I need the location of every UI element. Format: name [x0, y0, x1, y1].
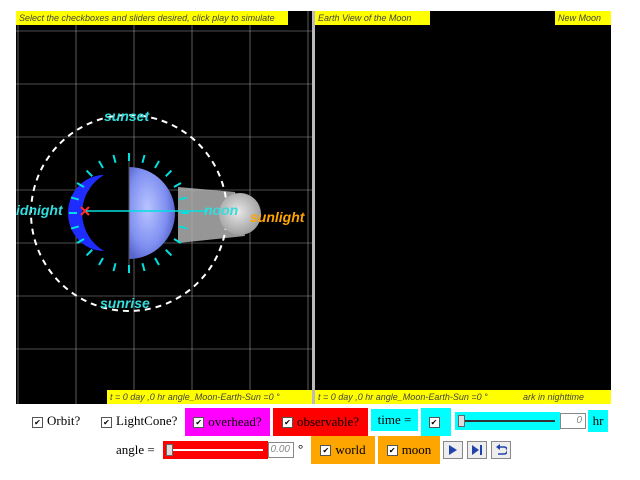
lightcone-check[interactable]: ✔ [101, 416, 112, 428]
reset-button[interactable] [491, 441, 511, 459]
reset-icon [496, 444, 507, 455]
angle-slider[interactable] [163, 441, 268, 459]
hour-tick [85, 169, 93, 177]
orbit-label: Orbit? [47, 413, 81, 428]
angle-label: angle = [116, 442, 155, 457]
step-forward-icon [472, 445, 482, 455]
hour-tick [165, 169, 173, 177]
hour-tick [85, 249, 93, 257]
hour-tick [154, 257, 160, 266]
overhead-checkbox[interactable]: ✔ overhead? [185, 408, 270, 436]
noon-label: noon [204, 202, 239, 218]
play-icon [449, 445, 457, 455]
moon-checkbox[interactable]: ✔ moon [378, 436, 440, 464]
right-note-bar: ark in nighttime [520, 390, 611, 404]
world-checkbox[interactable]: ✔ world [311, 436, 375, 464]
time-label: time = [371, 409, 418, 431]
time-slider-thumb[interactable] [458, 415, 465, 427]
overhead-label: overhead? [208, 414, 262, 429]
earth-view-pane [315, 11, 611, 404]
time-unit: hr [588, 410, 608, 432]
hour-tick [98, 257, 104, 266]
lightcone-label: LightCone? [116, 413, 178, 428]
hour-tick [112, 262, 117, 272]
time-toggle[interactable]: ✔ [421, 408, 451, 436]
time-check[interactable]: ✔ [428, 416, 440, 428]
observable-check[interactable]: ✔ [281, 416, 293, 428]
lightcone-checkbox[interactable]: ✔ LightCone? [101, 413, 177, 429]
orbit-checkbox[interactable]: ✔ Orbit? [32, 413, 80, 429]
orbit-check[interactable]: ✔ [32, 416, 43, 428]
sunset-label: sunset [104, 108, 150, 124]
world-check[interactable]: ✔ [320, 444, 332, 456]
hour-tick [141, 262, 146, 272]
angle-value-field[interactable]: 0.00 [268, 442, 294, 458]
observable-label: observable? [296, 414, 360, 429]
moon-label: moon [401, 442, 432, 457]
hour-tick [112, 154, 117, 164]
time-slider[interactable] [455, 412, 560, 430]
sunlight-label: sunlight [250, 209, 305, 225]
right-status-bar: t = 0 day ,0 hr angle_Moon-Earth-Sun =0 … [315, 390, 520, 404]
observable-checkbox[interactable]: ✔ observable? [273, 408, 368, 436]
overhead-check[interactable]: ✔ [193, 416, 205, 428]
world-label: world [335, 442, 366, 457]
hour-tick [141, 154, 146, 164]
angle-unit: ° [298, 441, 304, 456]
simulation-view: sunset sunrise idnight noon sunlight [16, 11, 312, 404]
hour-tick [173, 182, 182, 188]
moon-phase-label: New Moon [555, 11, 611, 25]
step-button[interactable] [467, 441, 487, 459]
angle-slider-thumb[interactable] [166, 444, 173, 456]
sunrise-label: sunrise [100, 295, 150, 311]
earth-view-title: Earth View of the Moon [315, 11, 430, 25]
moon-check[interactable]: ✔ [386, 444, 398, 456]
play-button[interactable] [443, 441, 463, 459]
hour-tick [98, 160, 104, 169]
hour-tick [165, 249, 173, 257]
instruction-bar: Select the checkboxes and sliders desire… [16, 11, 288, 25]
time-value-field[interactable]: 0 [560, 413, 586, 429]
midnight-label: idnight [16, 202, 63, 218]
hour-tick [154, 160, 160, 169]
left-status-bar: t = 0 day ,0 hr angle_Moon-Earth-Sun =0 … [107, 390, 312, 404]
